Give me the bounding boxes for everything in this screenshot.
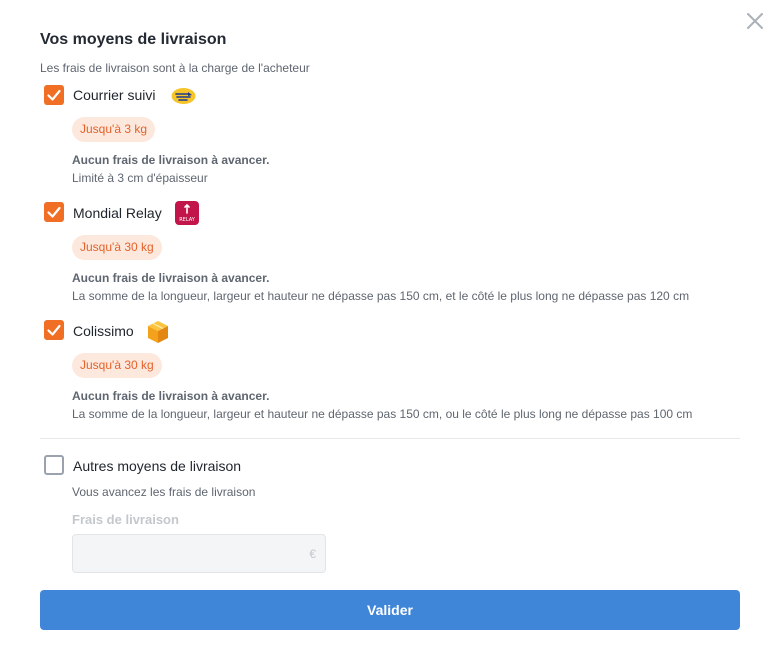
mondial-relay-description-bold: Aucun frais de livraison à avancer. — [72, 271, 270, 285]
checkmark-icon — [47, 324, 61, 336]
mondial-relay-description: La somme de la longueur, largeur et haut… — [72, 289, 690, 303]
dialog-subtitle: Les frais de livraison sont à la charge … — [40, 61, 310, 75]
shipping-cost-input[interactable]: € — [72, 534, 326, 573]
divider — [40, 438, 740, 439]
courrier-suivi-description-bold: Aucun frais de livraison à avancer. — [72, 153, 270, 167]
mondial-relay-logo-icon: RELAY — [175, 201, 199, 230]
colissimo-description-bold: Aucun frais de livraison à avancer. — [72, 389, 270, 403]
submit-button[interactable]: Valider — [40, 590, 740, 630]
checkmark-icon — [47, 89, 61, 101]
courrier-suivi-label: Courrier suivi — [73, 87, 156, 103]
checkmark-icon — [47, 206, 61, 218]
shipping-cost-label: Frais de livraison — [72, 512, 179, 527]
weight-badge: Jusqu'à 3 kg — [72, 117, 156, 142]
mondial-relay-checkbox[interactable] — [44, 202, 64, 222]
courrier-suivi-checkbox[interactable] — [44, 85, 64, 105]
mondial-relay-label: Mondial Relay — [73, 205, 162, 221]
close-button[interactable] — [744, 10, 766, 32]
mondial-relay-logo-text: RELAY — [179, 217, 196, 223]
close-icon — [747, 13, 763, 29]
dialog-title: Vos moyens de livraison — [40, 31, 227, 48]
weight-badge: Jusqu'à 30 kg — [72, 353, 162, 378]
other-shipping-description: Vous avancez les frais de livraison — [72, 485, 256, 499]
other-shipping-checkbox[interactable] — [44, 455, 64, 475]
currency-symbol: € — [309, 547, 316, 561]
colissimo-description: La somme de la longueur, largeur et haut… — [72, 407, 693, 421]
la-poste-logo-icon — [171, 86, 196, 111]
other-shipping-label: Autres moyens de livraison — [73, 458, 242, 474]
weight-badge: Jusqu'à 30 kg — [72, 235, 162, 260]
colissimo-checkbox[interactable] — [44, 320, 64, 340]
courrier-suivi-description: Limité à 3 cm d'épaisseur — [72, 171, 208, 185]
colissimo-box-icon — [146, 320, 170, 349]
colissimo-label: Colissimo — [73, 323, 134, 339]
